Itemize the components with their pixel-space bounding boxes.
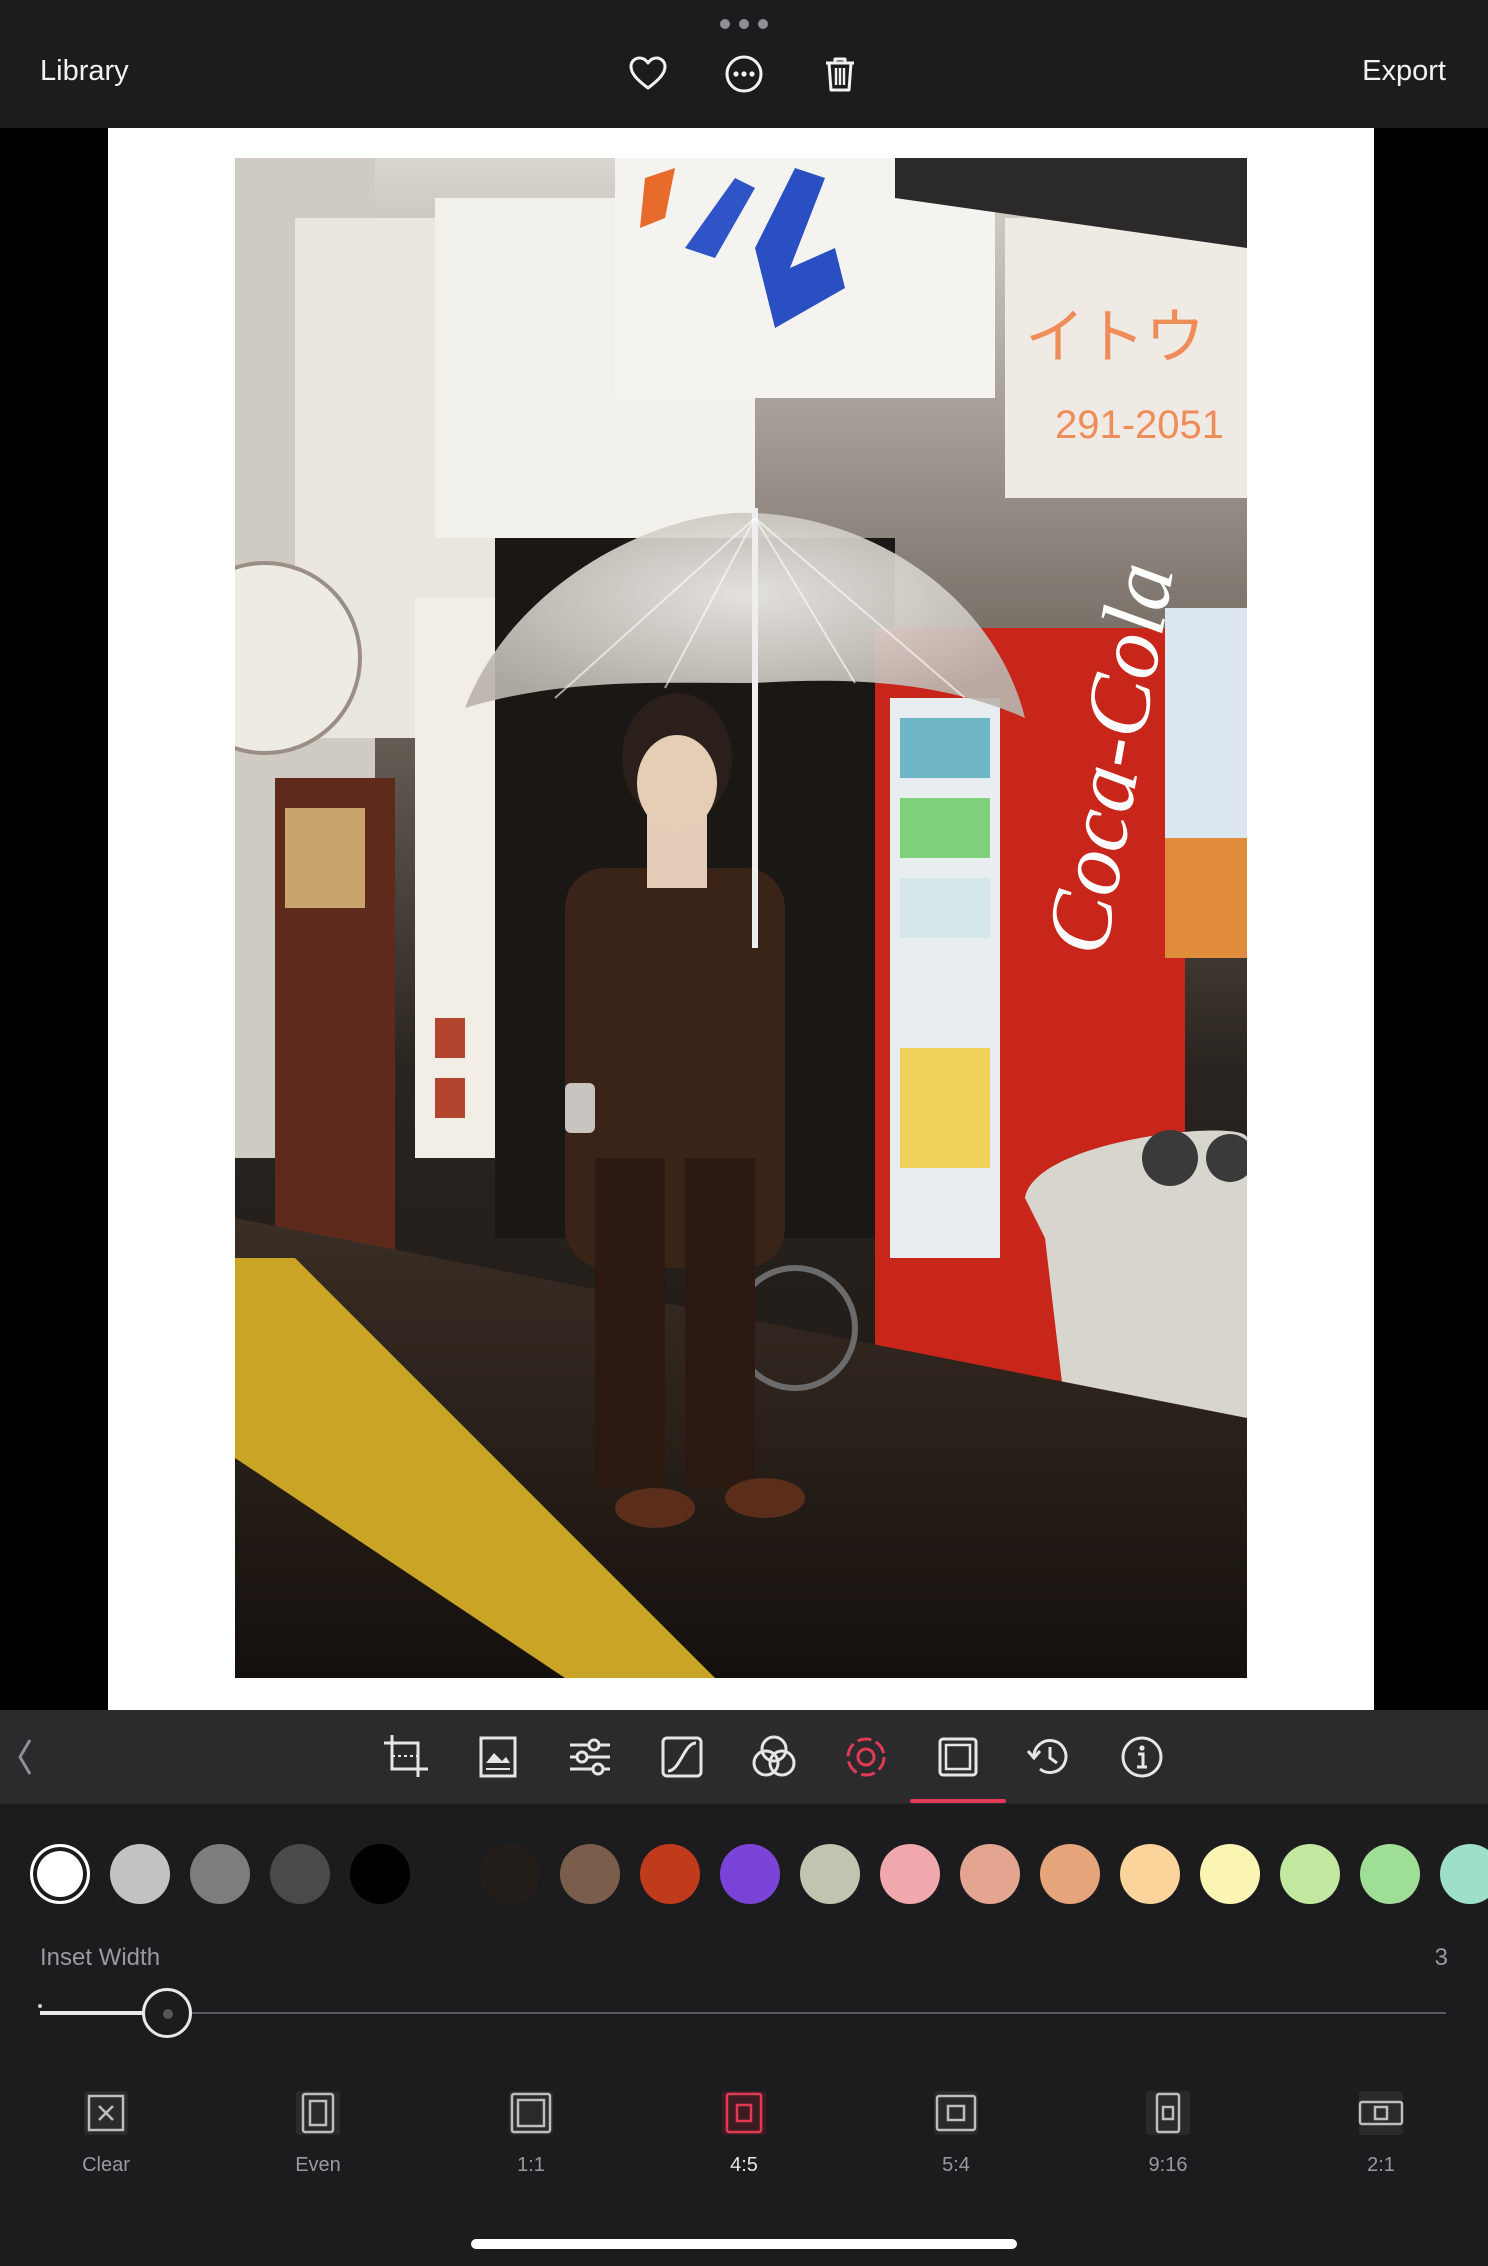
color-swatch[interactable] (720, 1844, 780, 1904)
inset-width-value: 3 (1434, 1944, 1448, 1971)
trash-icon[interactable] (818, 52, 862, 96)
color-swatch[interactable] (1440, 1844, 1488, 1904)
heart-icon[interactable] (626, 52, 670, 96)
svg-text:イトウ: イトウ (1025, 304, 1205, 371)
chevron-left-icon[interactable] (14, 1736, 36, 1778)
color-swatch[interactable] (1040, 1844, 1100, 1904)
color-swatch[interactable] (30, 1844, 90, 1904)
color-swatch[interactable] (560, 1844, 620, 1904)
top-bar: Library Export (0, 0, 1488, 128)
ratio-label: 4:5 (730, 2154, 758, 2176)
color-swatch[interactable] (1120, 1844, 1180, 1904)
home-indicator (471, 2239, 1017, 2249)
ratio-option-5-4[interactable]: 5:4 (896, 2090, 1016, 2190)
color-swatch[interactable] (800, 1844, 860, 1904)
ratio-icon (1358, 2091, 1404, 2135)
library-button[interactable]: Library (40, 55, 129, 88)
ratio-icon (296, 2091, 340, 2135)
info-icon[interactable] (1116, 1731, 1168, 1783)
active-tool-indicator (910, 1799, 1006, 1803)
export-button[interactable]: Export (1362, 55, 1446, 88)
ratio-label: Even (295, 2154, 341, 2176)
slider-start-dot (38, 2004, 42, 2008)
color-swatch[interactable] (270, 1844, 330, 1904)
color-swatch[interactable] (640, 1844, 700, 1904)
ratio-option-clear[interactable]: Clear (46, 2090, 166, 2190)
adjust-sliders-icon[interactable] (564, 1731, 616, 1783)
inset-width-slider-track[interactable] (40, 2012, 1446, 2014)
color-swatch[interactable] (880, 1844, 940, 1904)
ratio-option-2-1[interactable]: 2:1 (1321, 2090, 1441, 2190)
color-mix-icon[interactable] (748, 1731, 800, 1783)
photo-image[interactable]: イトウ 291-2051 Coca-Cola (235, 158, 1247, 1678)
ratio-option-even[interactable]: Even (258, 2090, 378, 2190)
svg-text:291-2051: 291-2051 (1055, 403, 1224, 447)
inset-width-slider-thumb[interactable] (141, 1988, 192, 2038)
color-swatch[interactable] (110, 1844, 170, 1904)
color-swatch[interactable] (1200, 1844, 1260, 1904)
ratio-icon (509, 2091, 553, 2135)
image-icon[interactable] (472, 1731, 524, 1783)
more-options-icon[interactable] (722, 52, 766, 96)
ratio-icon (722, 2091, 766, 2135)
edit-toolbar (0, 1710, 1488, 1804)
selective-color-icon[interactable] (840, 1731, 892, 1783)
ratio-option-1-1[interactable]: 1:1 (471, 2090, 591, 2190)
color-swatch[interactable] (190, 1844, 250, 1904)
color-swatch[interactable] (960, 1844, 1020, 1904)
color-swatch[interactable] (1280, 1844, 1340, 1904)
ratio-label: 2:1 (1367, 2154, 1395, 2176)
ratio-label: Clear (82, 2154, 130, 2176)
ratio-option-4-5[interactable]: 4:5 (684, 2090, 804, 2190)
photo-frame-border: イトウ 291-2051 Coca-Cola (108, 128, 1374, 1710)
frame-color-swatches (0, 1844, 1488, 1904)
history-icon[interactable] (1024, 1731, 1076, 1783)
inset-width-label: Inset Width (40, 1944, 161, 1971)
frame-icon[interactable] (932, 1731, 984, 1783)
color-swatch[interactable] (1360, 1844, 1420, 1904)
ratio-option-9-16[interactable]: 9:16 (1108, 2090, 1228, 2190)
crop-icon[interactable] (380, 1731, 432, 1783)
ratio-icon (1146, 2091, 1190, 2135)
ratio-icon (84, 2091, 128, 2135)
grabber-handle[interactable] (720, 18, 768, 30)
curves-icon[interactable] (656, 1731, 708, 1783)
color-swatch[interactable] (350, 1844, 410, 1904)
ratio-label: 1:1 (517, 2154, 545, 2176)
color-swatch[interactable] (480, 1844, 540, 1904)
ratio-label: 5:4 (942, 2154, 970, 2176)
photo-canvas: イトウ 291-2051 Coca-Cola (0, 128, 1488, 1710)
ratio-label: 9:16 (1148, 2154, 1188, 2176)
ratio-icon (934, 2091, 978, 2135)
